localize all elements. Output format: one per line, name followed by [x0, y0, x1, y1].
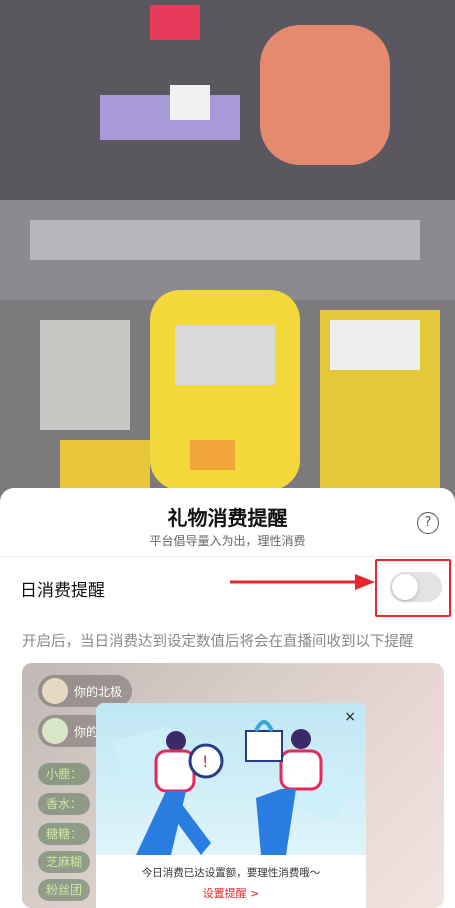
toggle-knob[interactable]	[392, 574, 418, 600]
sheet-title: 礼物消费提醒	[167, 506, 288, 530]
popup-message: 今日消费已达设置额，要理性消费哦～	[141, 867, 321, 879]
chat-tag: 小鹿：	[38, 763, 91, 785]
mosaic-block	[30, 220, 420, 260]
reminder-description: 开启后，当日消费达到设定数值后将会在直播间收到以下提醒	[22, 634, 414, 650]
chat-tag: 粉丝团	[38, 879, 91, 901]
people-illustration: !	[111, 720, 353, 855]
chat-text: 你的	[74, 724, 99, 739]
popup-close-icon: ×	[344, 709, 356, 725]
sheet-subtitle: 平台倡导量入为出，理性消费	[149, 534, 306, 548]
annotation-arrow	[230, 574, 375, 590]
daily-reminder-label: 日消费提醒	[20, 581, 105, 601]
mosaic-block	[175, 325, 275, 385]
mosaic-block	[40, 320, 130, 430]
gift-spending-reminder-sheet: 礼物消费提醒 平台倡导量入为出，理性消费 ? 日消费提醒 开启后，当日消费达到设…	[0, 488, 455, 908]
popup-illustration: !	[96, 703, 366, 855]
help-icon[interactable]: ?	[417, 512, 439, 534]
chat-text: 你的北极	[74, 684, 123, 699]
chat-tag: 糖糖：	[38, 823, 91, 845]
mosaic-block	[170, 85, 210, 120]
reminder-preview-image: 你的北极 你的 小鹿： 香水： 糖糖： 芝麻糊 粉丝团 ! × 今日消费已达设置…	[22, 663, 444, 908]
mosaic-block	[190, 440, 235, 470]
avatar	[42, 718, 68, 744]
daily-reminder-toggle[interactable]	[390, 572, 442, 602]
mosaic-block	[330, 320, 420, 370]
divider	[0, 556, 455, 557]
live-video-background	[0, 0, 455, 505]
mosaic-block	[150, 5, 200, 40]
reminder-popup-example: ! × 今日消费已达设置额，要理性消费哦～ 设置提醒 >	[96, 703, 366, 908]
avatar	[42, 678, 68, 704]
chat-tag: 香水：	[38, 793, 91, 815]
svg-text:!: !	[202, 752, 208, 771]
mosaic-block	[260, 25, 390, 165]
popup-settings-link: 设置提醒 >	[202, 887, 260, 900]
chat-tag: 芝麻糊	[38, 851, 91, 873]
